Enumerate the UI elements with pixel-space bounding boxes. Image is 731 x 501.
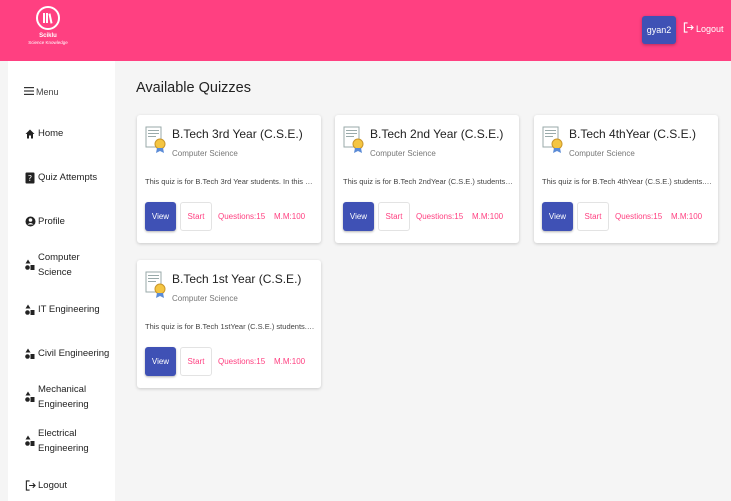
quiz-title: B.Tech 2nd Year (C.S.E.)	[370, 127, 504, 141]
sidebar-item-civil-engineering[interactable]: Civil Engineering	[24, 346, 109, 361]
logout-icon	[683, 22, 694, 35]
quiz-category: Computer Science	[569, 149, 635, 158]
start-button[interactable]: Start	[577, 202, 609, 231]
certificate-icon	[145, 125, 167, 158]
question-count: Questions:15	[218, 357, 266, 366]
quiz-icon: ?	[24, 172, 36, 184]
sidebar-item-mechanical-engineering[interactable]: Mechanical Engineering	[24, 382, 89, 412]
sidebar-item-electrical-engineering[interactable]: Electrical Engineering	[24, 426, 89, 456]
sidebar-item-label: Home	[38, 128, 64, 139]
max-marks: M.M:100	[274, 212, 306, 221]
certificate-icon	[343, 125, 365, 158]
shapes-icon	[24, 391, 36, 403]
sidebar-item-label-line1: Mechanical	[38, 384, 87, 395]
logout-icon	[24, 480, 36, 491]
max-marks: M.M:100	[274, 357, 306, 366]
quiz-category: Computer Science	[172, 149, 238, 158]
quiz-card: B.Tech 4thYear (C.S.E.) Computer Science…	[534, 115, 718, 243]
view-button[interactable]: View	[145, 202, 176, 231]
profile-icon	[24, 216, 36, 227]
sidebar-item-logout[interactable]: Logout	[24, 478, 67, 493]
logo-name: Sciklu	[39, 33, 57, 39]
sidebar-item-quiz-attempts[interactable]: ? Quiz Attempts	[24, 170, 97, 185]
question-count: Questions:15	[218, 212, 266, 221]
quiz-title: B.Tech 3rd Year (C.S.E.)	[172, 127, 303, 141]
svg-text:?: ?	[28, 174, 32, 183]
hamburger-icon	[24, 87, 34, 97]
quiz-card: B.Tech 2nd Year (C.S.E.) Computer Scienc…	[335, 115, 519, 243]
sidebar-item-profile[interactable]: Profile	[24, 214, 65, 229]
start-button[interactable]: Start	[378, 202, 410, 231]
quiz-description: This quiz is for B.Tech 3rd Year student…	[145, 177, 315, 186]
shapes-icon	[24, 304, 36, 316]
home-icon	[24, 129, 36, 139]
sidebar-item-it-engineering[interactable]: IT Engineering	[24, 302, 100, 317]
logo-tagline: Science Knowledge	[28, 40, 68, 45]
max-marks: M.M:100	[472, 212, 504, 221]
max-marks: M.M:100	[671, 212, 703, 221]
shapes-icon	[24, 348, 36, 360]
view-button[interactable]: View	[145, 347, 176, 376]
view-button[interactable]: View	[343, 202, 374, 231]
view-button[interactable]: View	[542, 202, 573, 231]
app-logo[interactable]: Sciklu Science Knowledge	[28, 6, 68, 45]
sidebar-item-home[interactable]: Home	[24, 126, 63, 141]
sidebar-item-label-line2: Engineering	[38, 443, 89, 454]
sidebar-item-label-line1: Computer	[38, 252, 80, 263]
shapes-icon	[24, 259, 36, 271]
top-app-bar: Sciklu Science Knowledge gyan2 Logout	[0, 0, 731, 61]
sidebar-item-label: Logout	[38, 480, 68, 491]
user-button[interactable]: gyan2	[642, 16, 676, 44]
certificate-icon	[145, 270, 167, 303]
sidebar-item-label-line1: Electrical	[38, 428, 77, 439]
sidebar-item-label: Profile	[38, 216, 65, 227]
menu-label: Menu	[36, 87, 59, 97]
page-title: Available Quizzes	[136, 80, 251, 96]
shapes-icon	[24, 435, 36, 447]
quiz-title: B.Tech 4thYear (C.S.E.)	[569, 127, 696, 141]
header-logout-label: Logout	[696, 23, 724, 34]
book-icon	[36, 6, 60, 30]
sidebar-item-label-line2: Science	[38, 267, 72, 278]
start-button[interactable]: Start	[180, 202, 212, 231]
sidebar: Menu Home ? Quiz Attempts Profile Comput…	[8, 61, 115, 501]
quiz-card: B.Tech 3rd Year (C.S.E.) Computer Scienc…	[137, 115, 321, 243]
sidebar-item-label: Quiz Attempts	[38, 172, 98, 183]
question-count: Questions:15	[416, 212, 464, 221]
question-count: Questions:15	[615, 212, 663, 221]
header-logout-button[interactable]: Logout	[683, 22, 724, 35]
quiz-description: This quiz is for B.Tech 2ndYear (C.S.E.)…	[343, 177, 513, 186]
quiz-title: B.Tech 1st Year (C.S.E.)	[172, 272, 302, 286]
sidebar-item-label: Civil Engineering	[38, 348, 110, 359]
sidebar-item-computer-science[interactable]: Computer Science	[24, 250, 80, 280]
sidebar-item-label: IT Engineering	[38, 304, 100, 315]
sidebar-item-label-line2: Engineering	[38, 399, 89, 410]
quiz-category: Computer Science	[172, 294, 238, 303]
start-button[interactable]: Start	[180, 347, 212, 376]
quiz-category: Computer Science	[370, 149, 436, 158]
menu-toggle[interactable]: Menu	[24, 87, 59, 97]
quiz-description: This quiz is for B.Tech 4thYear (C.S.E.)…	[542, 177, 712, 186]
quiz-description: This quiz is for B.Tech 1stYear (C.S.E.)…	[145, 322, 315, 331]
quiz-card: B.Tech 1st Year (C.S.E.) Computer Scienc…	[137, 260, 321, 388]
certificate-icon	[542, 125, 564, 158]
